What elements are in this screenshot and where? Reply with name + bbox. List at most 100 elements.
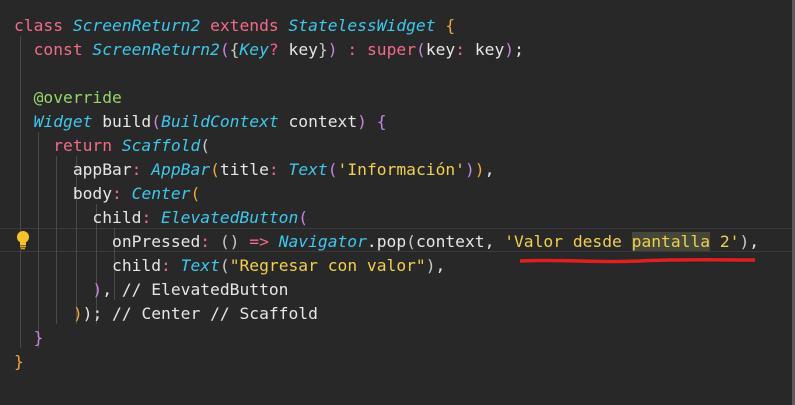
code-token: , bbox=[749, 232, 760, 251]
code-token: ); // Center // Scaffold bbox=[82, 304, 318, 323]
code-token: title bbox=[219, 160, 269, 179]
code-token: StatelessWidget bbox=[288, 16, 436, 35]
lightbulb-icon[interactable] bbox=[16, 230, 30, 250]
code-token: , // ElevatedButton bbox=[102, 280, 289, 299]
code-token: ( bbox=[219, 40, 230, 59]
code-token: AppBar bbox=[151, 160, 211, 179]
code-line[interactable]: onPressed: () => Navigator.pop(context, … bbox=[14, 230, 759, 254]
code-token: ) bbox=[474, 160, 485, 179]
code-token: ( bbox=[190, 184, 201, 203]
code-token: ) bbox=[504, 40, 515, 59]
code-token: ) bbox=[739, 232, 750, 251]
code-token: ) bbox=[72, 304, 83, 323]
code-token: ( bbox=[219, 256, 230, 275]
code-token: "Regresar con valor" bbox=[229, 256, 426, 275]
code-token: Navigator bbox=[278, 232, 367, 251]
code-token: , bbox=[484, 232, 505, 251]
code-line[interactable]: @override bbox=[14, 86, 122, 110]
code-line[interactable]: class ScreenReturn2 extends StatelessWid… bbox=[14, 14, 455, 38]
code-token: . bbox=[366, 232, 377, 251]
code-token: super bbox=[366, 40, 416, 59]
code-token: : bbox=[200, 232, 220, 251]
code-token: ( bbox=[406, 232, 416, 251]
code-token: ; bbox=[514, 40, 524, 59]
code-token: appBar bbox=[14, 160, 132, 179]
code-token: ScreenReturn2 bbox=[92, 40, 220, 59]
code-line[interactable]: } bbox=[14, 350, 24, 374]
code-token: { bbox=[229, 40, 240, 59]
code-token: Center bbox=[131, 184, 191, 203]
code-token: : bbox=[112, 184, 132, 203]
code-token: : bbox=[131, 160, 152, 179]
code-token: , bbox=[435, 256, 446, 275]
code-line[interactable]: appBar: AppBar(title: Text('Información'… bbox=[14, 158, 495, 182]
code-token: ElevatedButton bbox=[161, 208, 299, 227]
code-line[interactable]: return Scaffold( bbox=[14, 134, 210, 158]
code-token: key bbox=[425, 40, 456, 59]
code-token: pop bbox=[376, 232, 407, 251]
code-token: 2' bbox=[710, 232, 740, 251]
code-token: @override bbox=[14, 88, 122, 107]
code-token: : bbox=[337, 40, 367, 59]
code-token: Widget bbox=[14, 112, 93, 131]
code-token: Key bbox=[239, 40, 269, 59]
code-token: ScreenReturn2 bbox=[72, 16, 201, 35]
code-token: child bbox=[14, 256, 162, 275]
code-token: ) bbox=[327, 40, 338, 59]
code-line[interactable]: )); // Center // Scaffold bbox=[14, 302, 318, 326]
code-token: child bbox=[14, 208, 142, 227]
code-token: 'Valor desde bbox=[504, 232, 632, 251]
code-editor[interactable]: class ScreenReturn2 extends StatelessWid… bbox=[0, 0, 795, 405]
code-token: BuildContext bbox=[161, 112, 279, 131]
code-token: Scaffold bbox=[121, 136, 201, 155]
code-token: : bbox=[161, 256, 181, 275]
code-token: () bbox=[219, 232, 240, 251]
code-line[interactable]: const ScreenReturn2({Key? key}) : super(… bbox=[14, 38, 524, 62]
code-token: { bbox=[366, 112, 387, 131]
red-underline-annotation bbox=[520, 258, 755, 264]
code-line[interactable]: ), // ElevatedButton bbox=[14, 278, 288, 302]
code-token: Text bbox=[288, 160, 328, 179]
code-token: ) bbox=[464, 160, 475, 179]
code-line[interactable]: } bbox=[14, 326, 44, 350]
code-token: 'Información' bbox=[337, 160, 465, 179]
code-token: , bbox=[484, 160, 495, 179]
code-token: ? bbox=[268, 40, 279, 59]
code-token: pantalla bbox=[631, 232, 711, 251]
code-token: } bbox=[33, 328, 44, 347]
code-token: build bbox=[92, 112, 152, 131]
code-line[interactable]: child: ElevatedButton( bbox=[14, 206, 308, 230]
code-token: ) bbox=[92, 280, 103, 299]
code-token: onPressed bbox=[14, 232, 201, 251]
code-token: : bbox=[455, 40, 475, 59]
code-token: } bbox=[317, 40, 328, 59]
code-token: context bbox=[278, 112, 358, 131]
code-line[interactable]: child: Text("Regresar con valor"), bbox=[14, 254, 445, 278]
code-token: const bbox=[14, 40, 93, 59]
code-token: ( bbox=[416, 40, 426, 59]
code-token: ( bbox=[327, 160, 338, 179]
code-token: } bbox=[14, 352, 24, 371]
code-token: class bbox=[14, 16, 73, 35]
code-token: ( bbox=[151, 112, 162, 131]
code-line[interactable]: Widget build(BuildContext context) { bbox=[14, 110, 387, 134]
code-token: : bbox=[141, 208, 162, 227]
code-token: ( bbox=[298, 208, 309, 227]
code-token: ( bbox=[210, 160, 220, 179]
code-token: { bbox=[435, 16, 456, 35]
code-token: key bbox=[474, 40, 505, 59]
code-token: : bbox=[268, 160, 289, 179]
code-token: ) bbox=[357, 112, 367, 131]
code-token: body bbox=[14, 184, 113, 203]
code-line[interactable]: body: Center( bbox=[14, 182, 200, 206]
code-token: => bbox=[239, 232, 279, 251]
code-token: key bbox=[278, 40, 318, 59]
code-token: ) bbox=[425, 256, 436, 275]
code-token: context bbox=[415, 232, 485, 251]
code-token: Text bbox=[180, 256, 220, 275]
code-token: extends bbox=[200, 16, 289, 35]
code-token: return bbox=[14, 136, 122, 155]
